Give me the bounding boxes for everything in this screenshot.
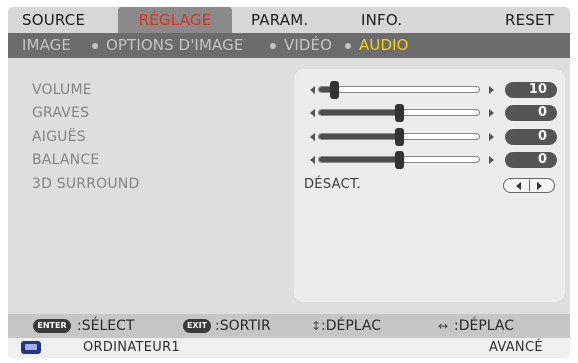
slider-thumb[interactable]: [395, 151, 404, 169]
subtab-video[interactable]: VIDÉO: [284, 33, 332, 58]
slider-fill: [319, 134, 399, 139]
arrow-left-icon: [310, 109, 315, 117]
tab-info[interactable]: INFO.: [361, 7, 402, 33]
menu-mode: AVANCÉ: [489, 340, 543, 355]
volume-slider[interactable]: [304, 81, 494, 99]
divider: [529, 180, 530, 191]
tab-param[interactable]: PARAM.: [251, 7, 308, 33]
subtab-image[interactable]: IMAGE: [22, 33, 71, 58]
setting-label-volume[interactable]: VOLUME: [32, 82, 92, 98]
setting-label-balance[interactable]: BALANCE: [32, 152, 99, 168]
slider-thumb[interactable]: [395, 104, 404, 122]
help-select: :SÉLECT: [77, 318, 135, 334]
graves-value: 0: [505, 105, 557, 121]
arrow-left-icon: [310, 133, 315, 141]
arrow-right-icon: [489, 86, 494, 94]
setting-label-3d-surround[interactable]: 3D SURROUND: [32, 176, 139, 192]
arrow-right-icon: [489, 109, 494, 117]
aigues-slider[interactable]: [304, 128, 494, 146]
tab-reglage[interactable]: RÉGLAGE: [118, 7, 232, 33]
up-down-arrow-icon: ↕: [311, 319, 322, 333]
arrow-left-icon: [310, 156, 315, 164]
tab-reset[interactable]: RESET: [505, 7, 554, 33]
arrow-right-icon: [489, 156, 494, 164]
arrow-right-icon: [489, 133, 494, 141]
separator-dot: [92, 43, 98, 49]
graves-slider[interactable]: [304, 104, 494, 122]
help-move-horizontal: :DÉPLAC: [454, 318, 515, 334]
balance-value: 0: [505, 152, 557, 168]
aigues-value: 0: [505, 129, 557, 145]
subtab-audio[interactable]: AUDIO: [359, 33, 409, 58]
subtab-options-image[interactable]: OPTIONS D'IMAGE: [106, 33, 243, 58]
computer-source-icon: [21, 341, 41, 354]
slider-fill: [319, 110, 399, 115]
arrow-right-icon[interactable]: [537, 182, 542, 190]
balance-slider[interactable]: [304, 151, 494, 169]
input-source: ORDINATEUR1: [83, 340, 180, 355]
setting-label-aigues[interactable]: AIGUËS: [32, 129, 86, 145]
enter-key-icon: ENTER: [33, 319, 71, 333]
arrow-left-icon: [310, 86, 315, 94]
tab-source[interactable]: SOURCE: [22, 7, 85, 33]
screen-shape: [25, 344, 37, 350]
exit-key-icon: EXIT: [183, 319, 211, 333]
sub-tab-bar: IMAGE OPTIONS D'IMAGE VIDÉO AUDIO: [8, 33, 570, 58]
main-tab-bar: SOURCE RÉGLAGE PARAM. INFO. RESET: [8, 7, 570, 33]
osd-menu: SOURCE RÉGLAGE PARAM. INFO. RESET IMAGE …: [0, 0, 578, 363]
3d-surround-selector[interactable]: [503, 178, 555, 193]
help-move-vertical: :DÉPLAC: [321, 318, 382, 334]
setting-label-graves[interactable]: GRAVES: [32, 105, 89, 121]
separator-dot: [270, 43, 276, 49]
arrow-left-icon[interactable]: [516, 182, 521, 190]
slider-track: [318, 86, 480, 93]
slider-fill: [319, 157, 399, 162]
3d-surround-value: DÉSACT.: [304, 177, 362, 192]
left-right-arrow-icon: ↔: [438, 319, 449, 333]
slider-thumb[interactable]: [395, 128, 404, 146]
separator-dot: [345, 43, 351, 49]
volume-value: 10: [505, 82, 557, 98]
slider-thumb[interactable]: [330, 81, 340, 99]
help-exit: :SORTIR: [215, 318, 271, 334]
